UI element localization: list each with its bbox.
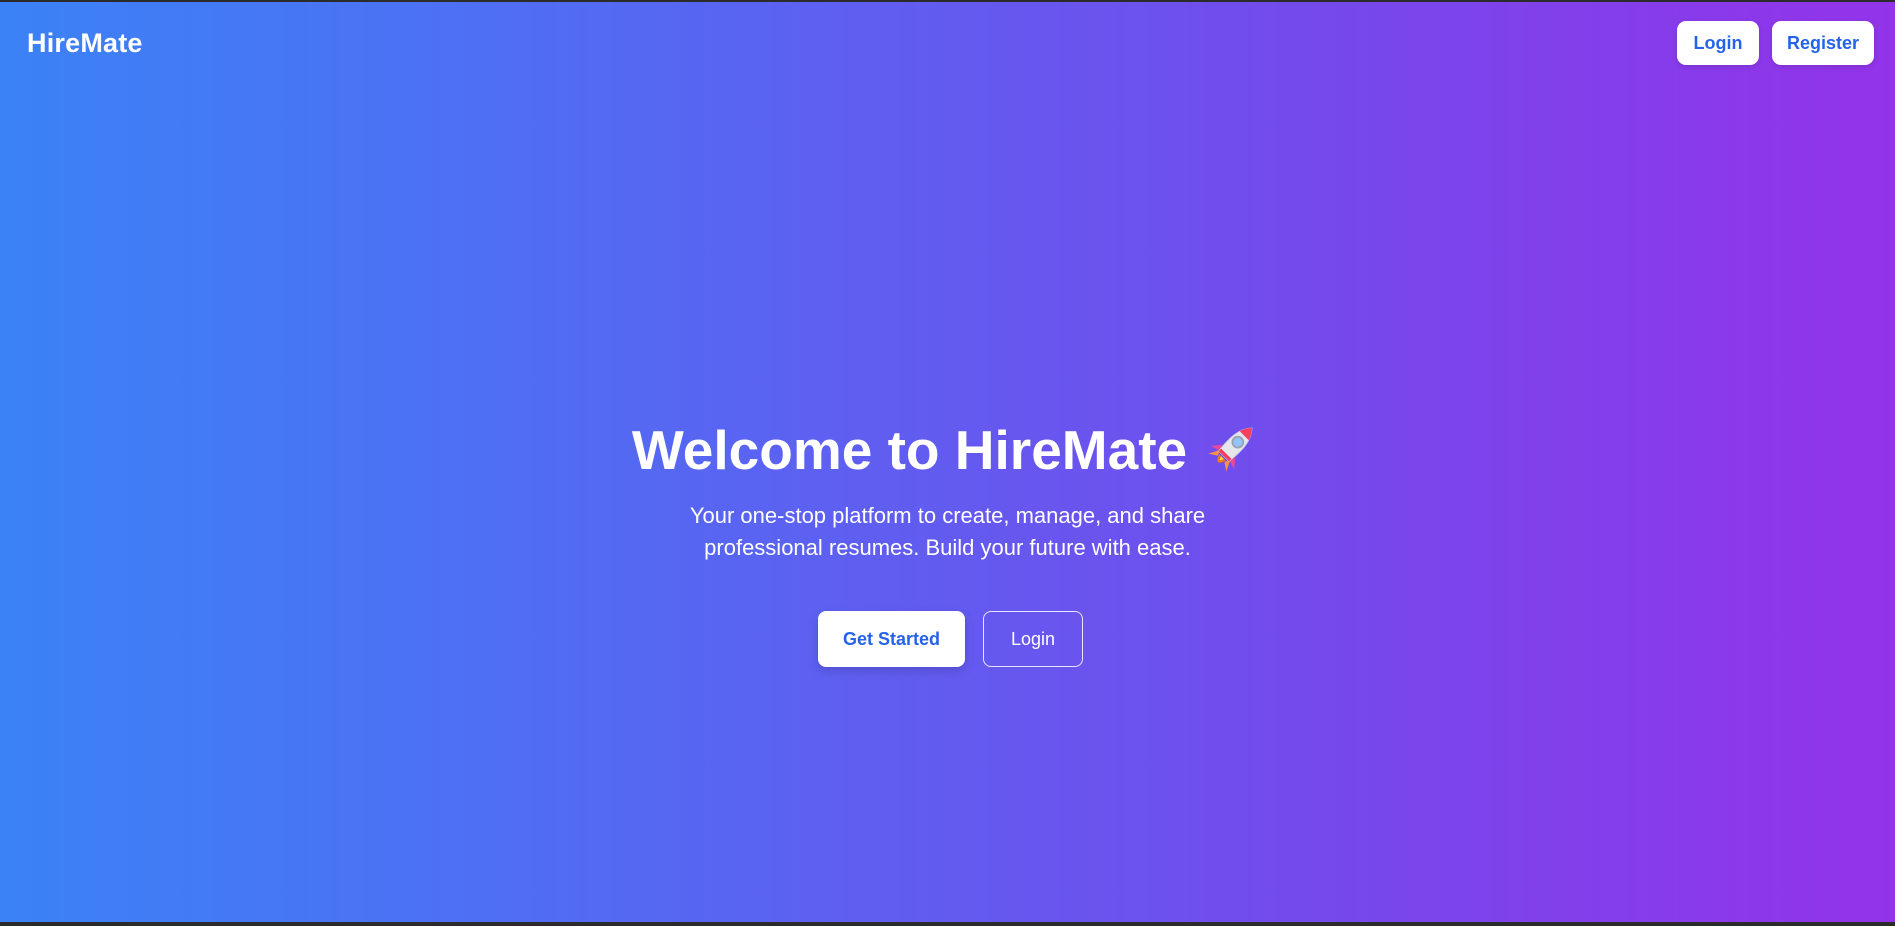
hero-section: Welcome to HireMate Your one-stop platfo… <box>0 2 1895 922</box>
rocket-icon <box>1205 417 1263 475</box>
hero-title: Welcome to HireMate <box>631 419 1188 481</box>
hero-subtitle-line-1: Your one-stop platform to create, manage… <box>689 503 1206 528</box>
hero-login-button[interactable]: Login <box>983 611 1083 667</box>
landing-page: HireMate Login Register Welcome to HireM… <box>0 2 1895 922</box>
cta-buttons: Get Started Login <box>0 609 1895 667</box>
hero-subtitle-line-2: professional resumes. Build your future … <box>704 535 1191 560</box>
window-bottom-edge <box>0 922 1895 926</box>
get-started-button[interactable]: Get Started <box>818 611 965 667</box>
hero-title-row: Welcome to HireMate <box>0 415 1895 485</box>
hero-subtitle: Your one-stop platform to create, manage… <box>0 500 1895 564</box>
